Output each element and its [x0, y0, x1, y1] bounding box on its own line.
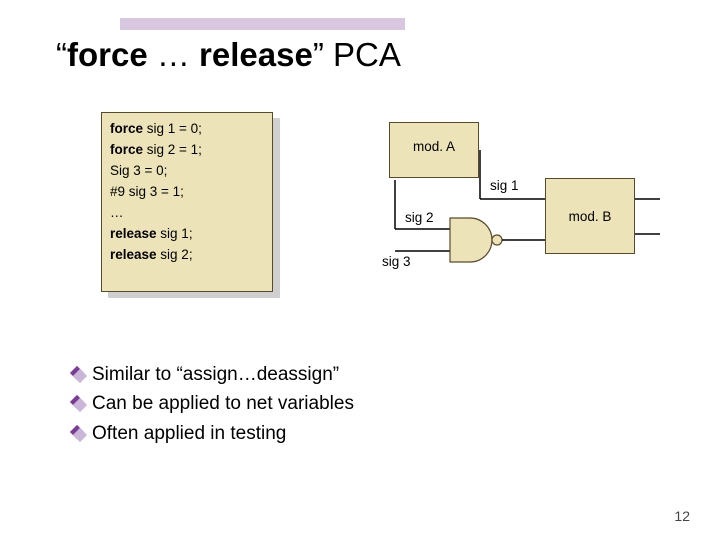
- module-a-box: mod. A: [389, 122, 479, 178]
- title-close-quote: ”: [313, 36, 324, 73]
- code-line-4: #9 sig 3 = 1;: [110, 182, 264, 203]
- code-line-1: force sig 1 = 0;: [110, 119, 264, 140]
- bullet-item-1: Similar to “assign…deassign”: [70, 360, 354, 389]
- title-tail: PCA: [324, 36, 401, 73]
- label-sig1: sig 1: [490, 178, 519, 193]
- module-b-box: mod. B: [545, 178, 635, 254]
- title-word-force: force: [67, 36, 148, 73]
- header-accent-bar: [120, 18, 405, 30]
- code-line-5: …: [110, 203, 264, 224]
- title-open-quote: “: [56, 36, 67, 73]
- code-line-2: force sig 2 = 1;: [110, 140, 264, 161]
- code-line-6: release sig 1;: [110, 224, 264, 245]
- code-box: force sig 1 = 0; force sig 2 = 1; Sig 3 …: [101, 112, 273, 292]
- page-number: 12: [674, 508, 690, 524]
- slide-title: “force … release” PCA: [56, 36, 401, 74]
- label-sig3: sig 3: [382, 254, 411, 269]
- bullet-item-3: Often applied in testing: [70, 419, 354, 448]
- title-ellipsis: …: [148, 36, 199, 73]
- bullet-list: Similar to “assign…deassign” Can be appl…: [70, 360, 354, 448]
- title-word-release: release: [199, 36, 313, 73]
- bullet-item-2: Can be applied to net variables: [70, 389, 354, 418]
- code-line-7: release sig 2;: [110, 245, 264, 266]
- code-line-3: Sig 3 = 0;: [110, 161, 264, 182]
- label-sig2: sig 2: [405, 210, 434, 225]
